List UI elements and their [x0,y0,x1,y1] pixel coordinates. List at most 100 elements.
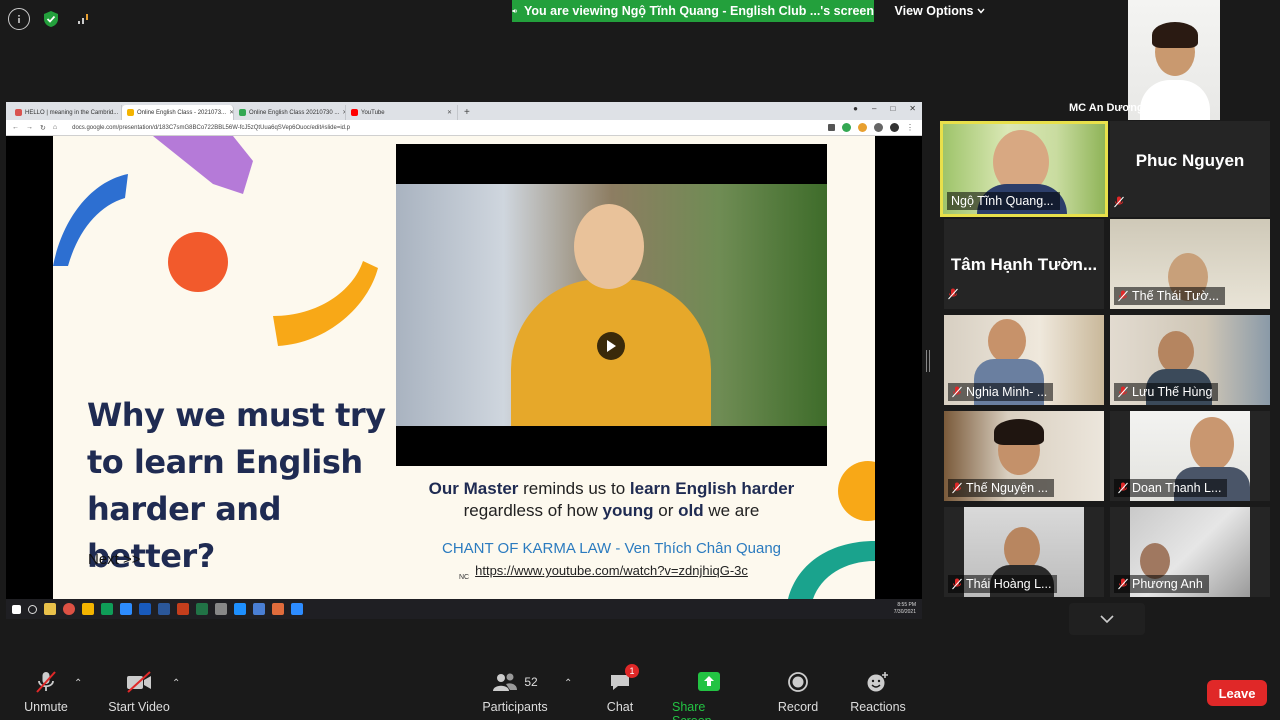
banner-text: You are viewing Ngộ Tĩnh Quang - English… [523,4,874,18]
speaker-icon [512,8,518,14]
youtube-link[interactable]: https://www.youtube.com/watch?v=zdnjhiqG… [396,563,827,578]
browser-tab[interactable]: HELLO | meaning in the Cambrid...✕ [10,105,122,120]
sheets-icon[interactable] [101,603,113,615]
app-icon[interactable] [291,603,303,615]
app-icon[interactable] [215,603,227,615]
mic-muted-icon [1118,578,1128,590]
record-button[interactable]: Record [778,670,818,714]
extension-icon[interactable] [874,123,883,132]
mic-muted-icon [1118,290,1128,302]
participant-tile[interactable]: Thế Thái Tườ... [1110,219,1270,309]
forward-icon[interactable]: → [26,124,33,131]
clock-time: 8:55 PM [897,602,916,608]
slide-caption: Our Master reminds us to learn English h… [396,478,827,522]
search-icon[interactable] [28,604,37,614]
participant-name: Nghia Minh- ... [948,383,1054,401]
participants-caret-icon[interactable]: ⌃ [564,678,572,689]
close-window-icon[interactable]: ✕ [909,104,916,113]
participant-tile[interactable]: Nghia Minh- ... [944,315,1104,405]
profile-avatar[interactable] [890,123,899,132]
menu-icon[interactable]: ⋮ [906,123,914,132]
back-icon[interactable]: ← [12,124,19,131]
participant-name-text: Lưu Thế Hùng [1132,385,1213,399]
maximize-icon[interactable]: □ [890,104,895,113]
home-icon[interactable]: ⌂ [53,124,57,131]
powerpoint-icon[interactable] [177,603,189,615]
participant-tile[interactable]: Thế Nguyện ... [944,411,1104,501]
word-icon[interactable] [158,603,170,615]
extension-icon[interactable] [842,123,851,132]
app-icon[interactable] [253,603,265,615]
browser-tab-label: Online English Class 20210730 ... [249,109,340,116]
outlook-icon[interactable] [139,603,151,615]
participants-count: 52 [524,675,538,689]
chat-button[interactable]: 1 Chat [604,664,639,714]
browser-tab[interactable]: Online English Class 20210730 ...✕ [234,105,346,120]
zoom-icon[interactable] [120,603,132,615]
presentation-slide: Why we must try to learn English harder … [53,136,875,599]
chat-badge: 1 [625,664,639,678]
next-link[interactable]: Next >> [88,551,141,568]
share-screen-button[interactable]: Share Screen [672,670,746,720]
taskbar-clock: 8:55 PM 7/30/2021 [894,602,916,616]
participant-face [1158,331,1194,373]
caption-text: we are [703,501,760,520]
chevron-down-icon [1100,614,1114,623]
participant-name: Thế Nguyện ... [948,479,1054,497]
url-field[interactable]: docs.google.com/presentation/d/183C7smG8… [72,125,350,131]
panel-resize-handle[interactable] [926,350,930,372]
participant-tile[interactable]: Tâm Hạnh Tườn... [944,219,1104,309]
browser-address-bar: ← → ↻ ⌂ docs.google.com/presentation/d/1… [6,120,922,136]
browser-tab-active[interactable]: Online English Class - 2021073... ✕ [122,105,234,120]
chrome-icon[interactable] [63,603,75,615]
skype-icon[interactable] [234,603,246,615]
viewing-screen-banner: You are viewing Ngộ Tĩnh Quang - English… [512,0,874,22]
participant-tile[interactable]: Phương Anh [1110,507,1270,597]
video-frame [396,184,827,426]
participant-tile[interactable]: Lưu Thế Hùng [1110,315,1270,405]
browser-tab-strip: HELLO | meaning in the Cambrid...✕ Onlin… [6,102,922,120]
participants-button[interactable]: 52 Participants [482,670,548,714]
extension-icon[interactable] [858,123,867,132]
leave-button[interactable]: Leave [1207,680,1267,706]
participant-body [1140,80,1210,120]
participant-name-text: Nghia Minh- ... [966,385,1048,399]
video-options-caret-icon[interactable]: ⌃ [172,678,180,689]
reactions-button[interactable]: Reactions [850,670,906,714]
info-icon[interactable] [8,8,30,30]
participant-name-text: Phương Anh [1132,577,1203,591]
audio-options-caret-icon[interactable]: ⌃ [74,678,82,689]
mic-muted-icon [952,386,962,398]
network-icon[interactable] [72,8,94,30]
view-options-button[interactable]: View Options [882,0,998,22]
reload-icon[interactable]: ↻ [40,124,46,132]
window-controls: ● – □ ✕ [853,104,916,113]
mc-name-label: MC An Dương [1069,102,1144,114]
windows-start-icon[interactable] [12,604,21,614]
participant-tile[interactable]: Ngộ Tĩnh Quang... [940,121,1108,217]
meeting-toolbar: Unmute ⌃ Start Video ⌃ 52 Participants ⌃… [0,660,1280,720]
minimize-icon[interactable]: – [872,104,876,113]
play-icon[interactable] [597,332,625,360]
star-icon[interactable] [828,124,835,131]
new-tab-icon[interactable]: + [464,105,470,120]
browser-tab[interactable]: YouTube ✕ [346,105,458,120]
participant-tile[interactable]: Thái Hoàng L... [944,507,1104,597]
shared-screen[interactable]: HELLO | meaning in the Cambrid...✕ Onlin… [6,102,922,619]
caption-bold: old [678,501,704,520]
participant-tile[interactable]: Doan Thanh L... [1110,411,1270,501]
file-explorer-icon[interactable] [44,603,56,615]
close-icon[interactable]: ✕ [447,109,452,116]
participant-tile[interactable]: Phuc Nguyen [1110,121,1270,217]
app-icon[interactable] [272,603,284,615]
start-video-button[interactable]: Start Video [106,670,172,714]
participants-icon: 52 [492,670,538,694]
excel-icon[interactable] [196,603,208,615]
zoom-meeting-window: You are viewing Ngộ Tĩnh Quang - English… [0,0,1280,720]
embedded-video[interactable] [396,144,827,466]
participant-name: Thái Hoàng L... [948,575,1058,593]
slides-icon[interactable] [82,603,94,615]
unmute-button[interactable]: Unmute [22,670,70,714]
encryption-shield-icon[interactable] [40,8,62,30]
gallery-next-page-button[interactable] [1069,603,1145,635]
